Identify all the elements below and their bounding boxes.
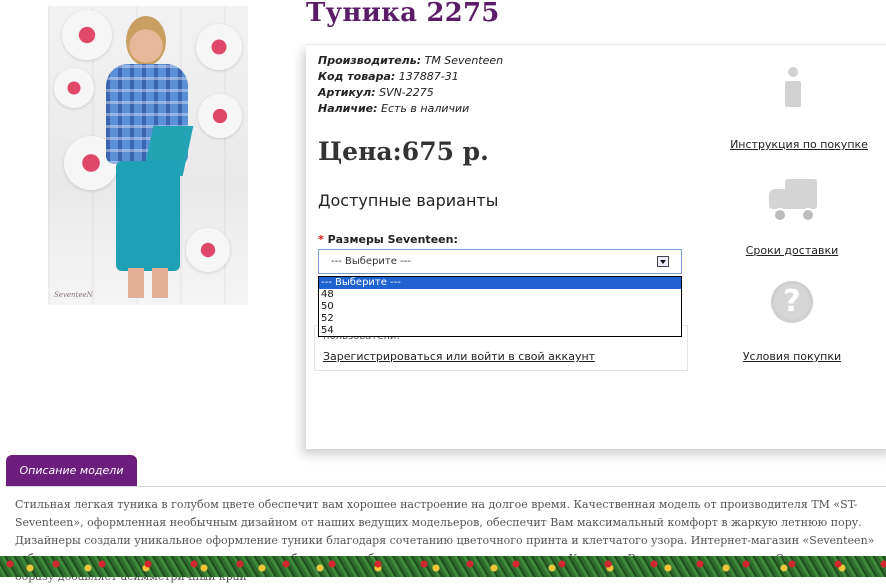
question-icon: ? [771,281,813,323]
sidebar-item-terms[interactable]: Условия покупки [724,350,860,363]
info-icon-bar [785,81,801,107]
register-login-link[interactable]: Зарегистрироваться или войти в свой акка… [323,350,595,363]
model-legs [128,268,168,298]
product-photo[interactable]: SeventeeN [48,6,248,305]
price: Цена:675 р. [318,137,489,166]
paper-rose [196,24,242,70]
size-select-value: --- Выберите --- [331,256,411,267]
size-option[interactable]: 50 [319,301,681,313]
paper-rose [54,68,94,108]
sku-value: SVN-2275 [379,86,434,99]
code-value: 137887-31 [398,70,459,83]
truck-icon-box [785,179,817,209]
terms-link[interactable]: Условия покупки [724,350,860,363]
paper-rose [62,10,112,60]
model-head [126,16,166,66]
manufacturer-row: Производитель: TM Seventeen [318,53,503,69]
product-title: Туника 2275 [306,0,500,28]
truck-icon-cab [769,189,787,209]
size-option[interactable]: 52 [319,313,681,325]
tab-description[interactable]: Описание модели [6,455,137,486]
availability-label: Наличие: [318,102,378,115]
sidebar-item-instructions[interactable]: Инструкция по покупке [724,138,874,151]
size-option[interactable]: 54 [319,325,681,337]
christmas-garland [0,556,886,577]
price-label: Цена: [318,137,402,166]
photo-watermark: SeventeeN [54,291,93,299]
variants-heading: Доступные варианты [318,191,499,210]
size-option[interactable]: 48 [319,289,681,301]
sku-row: Артикул: SVN-2275 [318,85,503,101]
truck-icon-wheel [773,208,787,222]
dropdown-arrow-icon[interactable] [657,256,669,267]
info-icon [782,67,804,111]
info-icon-dot [788,67,798,77]
manufacturer-value: TM Seventeen [424,54,504,67]
truck-icon [769,179,819,222]
product-panel: Производитель: TM Seventeen Код товара: … [306,44,886,449]
size-label: * Размеры Seventeen: [318,233,458,246]
delivery-link[interactable]: Сроки доставки [724,244,860,257]
product-info: Производитель: TM Seventeen Код товара: … [318,53,503,117]
truck-icon-wheel [801,208,815,222]
sku-label: Артикул: [318,86,376,99]
instructions-link[interactable]: Инструкция по покупке [724,138,874,151]
availability-value: Есть в наличии [381,102,470,115]
availability-row: Наличие: Есть в наличии [318,101,503,117]
price-value: 675 р. [401,137,489,166]
paper-rose [198,94,242,138]
code-label: Код товара: [318,70,396,83]
size-label-text: Размеры Seventeen: [327,233,458,246]
code-row: Код товара: 137887-31 [318,69,503,85]
sidebar-item-delivery[interactable]: Сроки доставки [724,244,860,257]
required-mark: * [318,233,324,246]
size-select[interactable]: --- Выберите --- [318,249,682,274]
paper-rose [186,228,230,272]
size-option[interactable]: --- Выберите --- [319,277,681,289]
size-dropdown-list: --- Выберите --- 48 50 52 54 [318,276,682,337]
manufacturer-label: Производитель: [318,54,422,67]
model-pants [116,161,180,271]
